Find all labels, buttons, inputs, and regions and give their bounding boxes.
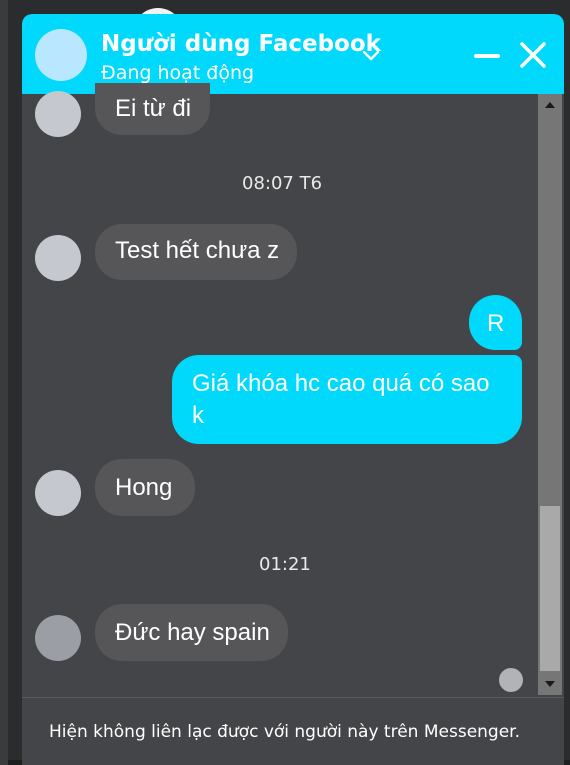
sender-avatar[interactable] xyxy=(35,91,81,137)
chat-header[interactable]: Người dùng Facebook Đang hoạt động xyxy=(22,14,564,94)
minimize-icon[interactable] xyxy=(473,42,501,70)
sender-avatar[interactable] xyxy=(35,615,81,661)
chevron-down-icon[interactable] xyxy=(361,45,381,65)
scrollbar-thumb[interactable] xyxy=(540,506,560,671)
message-scrollbar[interactable] xyxy=(538,94,562,695)
message-bubble-own[interactable]: Giá khóa hc cao quá có sao k xyxy=(172,355,522,444)
scroll-up-icon[interactable] xyxy=(538,98,562,112)
contact-avatar[interactable] xyxy=(35,29,87,81)
message-bubble[interactable]: Hong xyxy=(95,459,195,516)
unavailable-notice: Hiện không liên lạc được với người này t… xyxy=(49,722,521,742)
close-icon[interactable] xyxy=(518,40,548,70)
background-window-edge xyxy=(0,0,8,765)
contact-status: Đang hoạt động xyxy=(101,62,255,84)
chat-footer: Hiện không liên lạc được với người này t… xyxy=(22,697,564,765)
timestamp: 01:21 xyxy=(259,554,311,575)
message-bubble-own[interactable]: R xyxy=(469,295,522,350)
message-bubble[interactable]: Đức hay spain xyxy=(95,604,288,661)
contact-name[interactable]: Người dùng Facebook xyxy=(101,31,381,57)
message-bubble[interactable]: Ei từ đi xyxy=(95,83,210,135)
scroll-down-icon[interactable] xyxy=(538,677,562,691)
timestamp: 08:07 T6 xyxy=(242,173,323,194)
sender-avatar[interactable] xyxy=(35,470,81,516)
sender-avatar[interactable] xyxy=(35,235,81,281)
message-bubble[interactable]: Test hết chưa z xyxy=(95,224,297,280)
chat-window: Người dùng Facebook Đang hoạt động Ei từ… xyxy=(22,14,564,765)
seen-indicator-avatar xyxy=(499,668,523,692)
